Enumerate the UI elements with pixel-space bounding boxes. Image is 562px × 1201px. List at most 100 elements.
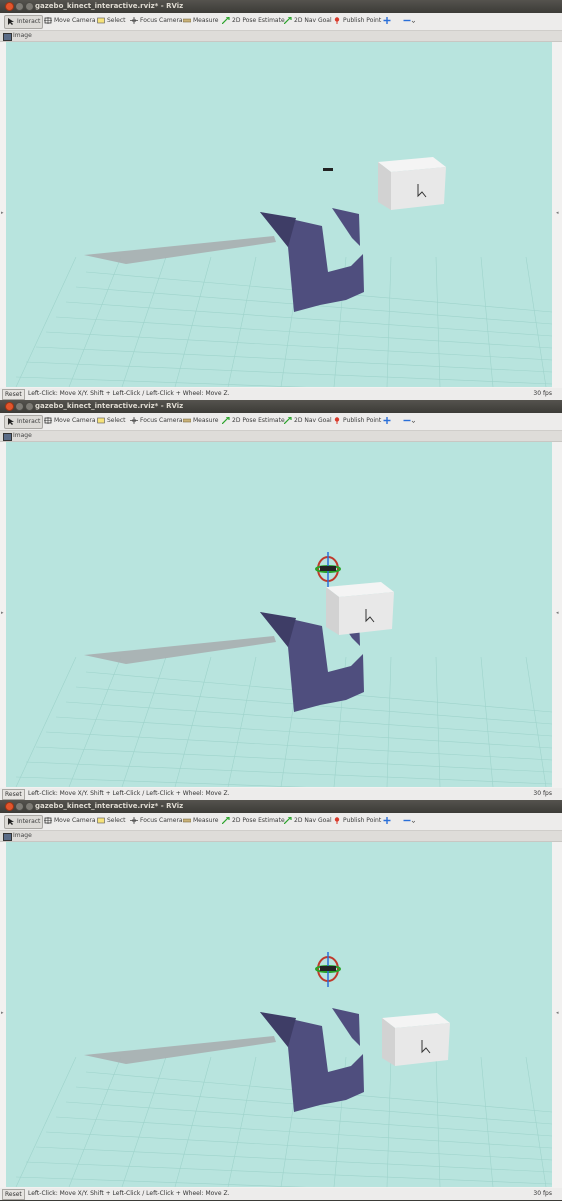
ruler-icon bbox=[182, 817, 192, 824]
ground-grid bbox=[15, 656, 552, 787]
nav-goal-label: 2D Nav Goal bbox=[294, 417, 332, 424]
minimize-icon[interactable] bbox=[15, 2, 24, 11]
pose-estimate-tool-button[interactable]: 2D Pose Estimate bbox=[220, 815, 287, 827]
interact-tool-button[interactable]: Interact bbox=[4, 815, 44, 829]
publish-point-label: Publish Point bbox=[343, 417, 382, 424]
red-pin-icon bbox=[333, 417, 341, 424]
add-tool-button[interactable] bbox=[381, 415, 395, 427]
green-arrow-icon bbox=[283, 816, 292, 825]
move-camera-tool-button[interactable]: Move Camera bbox=[42, 815, 98, 827]
maximize-icon[interactable] bbox=[25, 402, 34, 411]
reset-button[interactable]: Reset bbox=[2, 389, 25, 400]
minimize-icon[interactable] bbox=[15, 802, 24, 811]
publish-point-tool-button[interactable]: Publish Point bbox=[331, 815, 383, 827]
select-tool-button[interactable]: Select bbox=[95, 415, 128, 427]
3d-viewport[interactable] bbox=[6, 42, 552, 387]
minus-icon bbox=[403, 17, 416, 24]
focus-camera-label: Focus Camera bbox=[140, 17, 183, 24]
reset-button[interactable]: Reset bbox=[2, 789, 25, 800]
publish-point-tool-button[interactable]: Publish Point bbox=[331, 15, 383, 27]
interact-tool-button[interactable]: Interact bbox=[4, 15, 44, 29]
focus-camera-tool-button[interactable]: Focus Camera bbox=[128, 815, 185, 827]
move-camera-tool-button[interactable]: Move Camera bbox=[42, 415, 98, 427]
rviz-window: gazebo_kinect_interactive.rviz* - RViz I… bbox=[0, 800, 562, 1200]
close-icon[interactable] bbox=[5, 802, 14, 811]
image-panel-header: Image bbox=[0, 31, 562, 42]
scene-svg bbox=[15, 552, 552, 787]
voxel-fragment bbox=[332, 208, 360, 246]
focus-camera-label: Focus Camera bbox=[140, 417, 183, 424]
3d-viewport[interactable] bbox=[6, 442, 552, 787]
close-icon[interactable] bbox=[5, 402, 14, 411]
left-splitter-handle[interactable]: ▸ bbox=[1, 210, 4, 216]
image-panel-header: Image bbox=[0, 831, 562, 842]
focus-camera-tool-button[interactable]: Focus Camera bbox=[128, 15, 185, 27]
measure-label: Measure bbox=[193, 417, 219, 424]
select-rect-icon bbox=[97, 817, 105, 824]
move-camera-tool-button[interactable]: Move Camera bbox=[42, 15, 98, 27]
marker-center bbox=[320, 966, 336, 971]
focus-camera-tool-button[interactable]: Focus Camera bbox=[128, 415, 185, 427]
measure-tool-button[interactable]: Measure bbox=[181, 415, 221, 427]
floor-point-cloud bbox=[84, 636, 276, 664]
pose-estimate-label: 2D Pose Estimate bbox=[232, 417, 285, 424]
red-pin-icon bbox=[333, 817, 341, 824]
remove-tool-button[interactable] bbox=[401, 15, 416, 27]
reset-button[interactable]: Reset bbox=[2, 1189, 25, 1200]
ground-grid bbox=[15, 1056, 552, 1187]
minimize-icon[interactable] bbox=[15, 402, 24, 411]
image-panel-title: Image bbox=[13, 32, 32, 39]
nav-goal-label: 2D Nav Goal bbox=[294, 817, 332, 824]
add-tool-button[interactable] bbox=[381, 15, 395, 27]
publish-point-tool-button[interactable]: Publish Point bbox=[331, 415, 383, 427]
measure-tool-button[interactable]: Measure bbox=[181, 815, 221, 827]
tools-toolbar: Interact Move Camera Select Focus Camera… bbox=[0, 413, 562, 431]
add-tool-button[interactable] bbox=[381, 815, 395, 827]
ground-grid bbox=[15, 256, 552, 387]
left-splitter-handle[interactable]: ▸ bbox=[1, 1010, 4, 1016]
scene-svg bbox=[15, 157, 552, 387]
nav-goal-tool-button[interactable]: 2D Nav Goal bbox=[282, 15, 334, 27]
title-bar: gazebo_kinect_interactive.rviz* - RViz bbox=[0, 400, 562, 413]
select-tool-button[interactable]: Select bbox=[95, 815, 128, 827]
publish-point-label: Publish Point bbox=[343, 817, 382, 824]
green-arrow-icon bbox=[283, 416, 292, 425]
status-hint: Left-Click: Move X/Y. Shift + Left-Click… bbox=[28, 1190, 230, 1197]
move-camera-label: Move Camera bbox=[54, 817, 96, 824]
focus-icon bbox=[130, 417, 138, 424]
left-splitter-handle[interactable]: ▸ bbox=[1, 610, 4, 616]
pose-estimate-tool-button[interactable]: 2D Pose Estimate bbox=[220, 415, 287, 427]
marker-center bbox=[320, 566, 336, 571]
maximize-icon[interactable] bbox=[25, 2, 34, 11]
window-title: gazebo_kinect_interactive.rviz* - RViz bbox=[35, 802, 184, 810]
right-splitter-handle[interactable]: ◂ bbox=[556, 210, 559, 216]
fps-display: 30 fps bbox=[533, 390, 552, 397]
3d-viewport[interactable] bbox=[6, 842, 552, 1187]
remove-tool-button[interactable] bbox=[401, 815, 416, 827]
nav-goal-label: 2D Nav Goal bbox=[294, 17, 332, 24]
right-splitter-handle[interactable]: ◂ bbox=[556, 610, 559, 616]
select-label: Select bbox=[107, 17, 126, 24]
measure-tool-button[interactable]: Measure bbox=[181, 15, 221, 27]
select-rect-icon bbox=[97, 17, 105, 24]
minus-icon bbox=[403, 417, 416, 424]
nav-goal-tool-button[interactable]: 2D Nav Goal bbox=[282, 415, 334, 427]
window-title: gazebo_kinect_interactive.rviz* - RViz bbox=[35, 2, 184, 10]
fps-display: 30 fps bbox=[533, 790, 552, 797]
interact-label: Interact bbox=[17, 818, 41, 825]
nav-goal-tool-button[interactable]: 2D Nav Goal bbox=[282, 815, 334, 827]
fps-display: 30 fps bbox=[533, 1190, 552, 1197]
interact-tool-button[interactable]: Interact bbox=[4, 415, 44, 429]
right-splitter-handle[interactable]: ◂ bbox=[556, 1010, 559, 1016]
camera-move-icon bbox=[44, 817, 52, 824]
select-tool-button[interactable]: Select bbox=[95, 15, 128, 27]
status-bar: Reset Left-Click: Move X/Y. Shift + Left… bbox=[0, 1188, 562, 1200]
close-icon[interactable] bbox=[5, 2, 14, 11]
interact-label: Interact bbox=[17, 418, 41, 425]
plus-icon bbox=[383, 817, 391, 824]
maximize-icon[interactable] bbox=[25, 802, 34, 811]
pose-estimate-tool-button[interactable]: 2D Pose Estimate bbox=[220, 15, 287, 27]
publish-point-label: Publish Point bbox=[343, 17, 382, 24]
rviz-window: gazebo_kinect_interactive.rviz* - RViz I… bbox=[0, 400, 562, 800]
remove-tool-button[interactable] bbox=[401, 415, 416, 427]
